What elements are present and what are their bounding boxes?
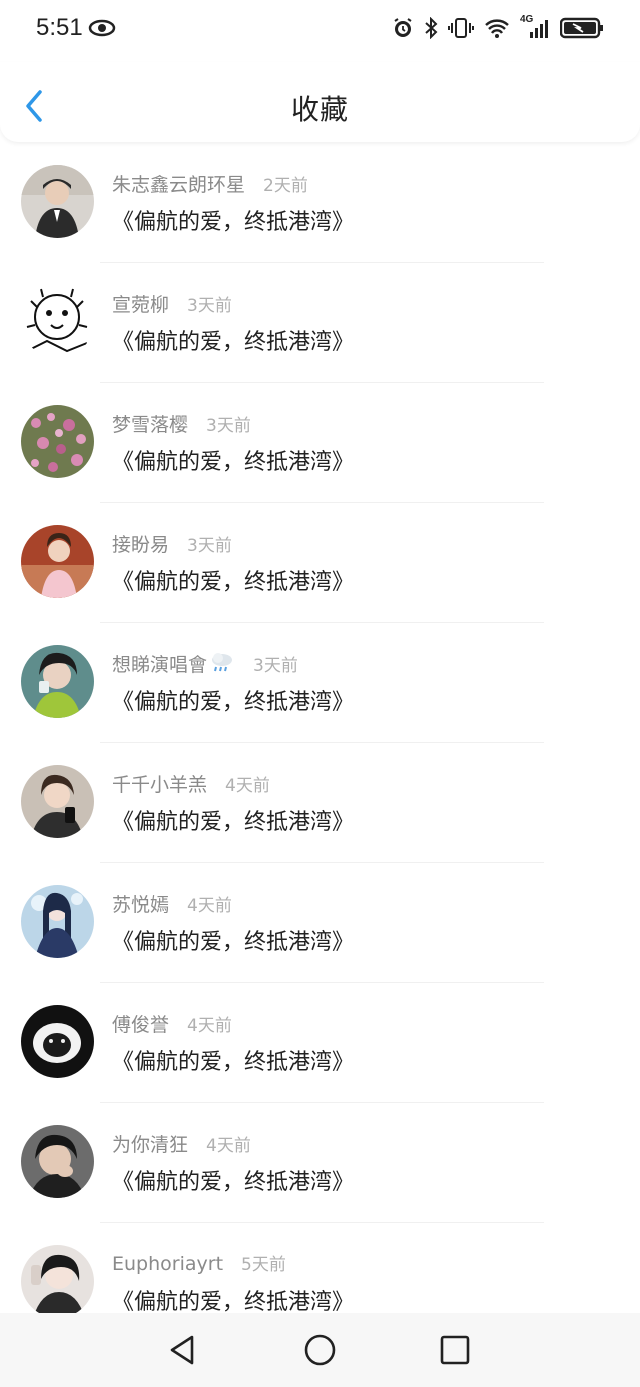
user-name[interactable]: 为你清狂 <box>112 1130 188 1157</box>
book-title[interactable]: 《偏航的爱，终抵港湾》 <box>112 564 354 596</box>
battery-icon <box>559 16 604 44</box>
user-name[interactable]: 想睇演唱會 <box>112 650 235 678</box>
alarm-icon <box>392 17 414 43</box>
user-name-text: 想睇演唱會 <box>112 654 208 676</box>
network-label: 4G <box>520 14 534 25</box>
list-item[interactable]: 梦雪落樱 3天前 《偏航的爱，终抵港湾》 <box>0 390 640 510</box>
back-triangle-icon <box>170 1335 194 1365</box>
status-bar: 5:51 4G <box>0 0 640 62</box>
recents-square-icon <box>440 1335 470 1365</box>
avatar[interactable] <box>21 1245 94 1318</box>
timestamp: 4天前 <box>225 776 270 796</box>
timestamp: 2天前 <box>263 176 308 196</box>
timestamp: 3天前 <box>206 416 251 436</box>
user-name[interactable]: 朱志鑫云朗环星 <box>112 170 245 197</box>
nav-recents-button[interactable] <box>438 1333 472 1367</box>
signal-icon: 4G <box>520 14 550 44</box>
book-title[interactable]: 《偏航的爱，终抵港湾》 <box>112 324 354 356</box>
divider <box>100 382 544 383</box>
list-item[interactable]: 苏悦嫣 4天前 《偏航的爱，终抵港湾》 <box>0 870 640 990</box>
user-name[interactable]: 宣菀柳 <box>112 290 169 317</box>
avatar[interactable] <box>21 765 94 838</box>
eye-icon <box>88 18 116 42</box>
nav-home-button[interactable] <box>303 1333 337 1367</box>
book-title[interactable]: 《偏航的爱，终抵港湾》 <box>112 1164 354 1196</box>
user-name[interactable]: 傅俊誉 <box>112 1010 169 1037</box>
book-title[interactable]: 《偏航的爱，终抵港湾》 <box>112 684 354 716</box>
book-title[interactable]: 《偏航的爱，终抵港湾》 <box>112 204 354 236</box>
timestamp: 4天前 <box>187 896 232 916</box>
user-name[interactable]: Euphoriayrt <box>112 1253 223 1275</box>
book-title[interactable]: 《偏航的爱，终抵港湾》 <box>112 924 354 956</box>
timestamp: 3天前 <box>187 296 232 316</box>
cloud-rain-icon <box>209 651 235 678</box>
page-title: 收藏 <box>290 93 349 126</box>
list-item[interactable]: 朱志鑫云朗环星 2天前 《偏航的爱，终抵港湾》 <box>0 150 640 270</box>
timestamp: 3天前 <box>187 536 232 556</box>
divider <box>100 862 544 863</box>
vibrate-icon <box>448 17 474 43</box>
divider <box>100 982 544 983</box>
bluetooth-icon <box>424 16 438 43</box>
user-name[interactable]: 梦雪落樱 <box>112 410 188 437</box>
list-item[interactable]: 傅俊誉 4天前 《偏航的爱，终抵港湾》 <box>0 990 640 1110</box>
book-title[interactable]: 《偏航的爱，终抵港湾》 <box>112 1284 354 1316</box>
avatar[interactable] <box>21 165 94 238</box>
wifi-icon <box>484 17 510 43</box>
divider <box>100 502 544 503</box>
avatar[interactable] <box>21 405 94 478</box>
list-item[interactable]: 为你清狂 4天前 《偏航的爱，终抵港湾》 <box>0 1110 640 1230</box>
list-item[interactable]: 宣菀柳 3天前 《偏航的爱，终抵港湾》 <box>0 270 640 390</box>
timestamp: 3天前 <box>253 656 298 676</box>
status-time: 5:51 <box>36 14 83 41</box>
list-item[interactable]: 想睇演唱會 3天前 《偏航的爱，终抵港湾》 <box>0 630 640 750</box>
system-nav-bar <box>0 1313 640 1387</box>
timestamp: 4天前 <box>187 1016 232 1036</box>
list-item[interactable]: 接盼易 3天前 《偏航的爱，终抵港湾》 <box>0 510 640 630</box>
home-circle-icon <box>304 1334 336 1366</box>
timestamp: 5天前 <box>241 1255 286 1275</box>
avatar[interactable] <box>21 645 94 718</box>
nav-back-button[interactable] <box>166 1333 200 1367</box>
avatar[interactable] <box>21 885 94 958</box>
favorites-list: 朱志鑫云朗环星 2天前 《偏航的爱，终抵港湾》 宣菀柳 3天前 《偏航的爱，终抵… <box>0 150 640 1350</box>
avatar[interactable] <box>21 525 94 598</box>
avatar[interactable] <box>21 1005 94 1078</box>
user-name[interactable]: 接盼易 <box>112 530 169 557</box>
divider <box>100 262 544 263</box>
divider <box>100 1102 544 1103</box>
book-title[interactable]: 《偏航的爱，终抵港湾》 <box>112 1044 354 1076</box>
top-bar: 收藏 <box>0 62 640 142</box>
avatar[interactable] <box>21 1125 94 1198</box>
list-item[interactable]: 千千小羊羔 4天前 《偏航的爱，终抵港湾》 <box>0 750 640 870</box>
user-name[interactable]: 千千小羊羔 <box>112 770 207 797</box>
divider <box>100 1222 544 1223</box>
book-title[interactable]: 《偏航的爱，终抵港湾》 <box>112 804 354 836</box>
divider <box>100 622 544 623</box>
user-name[interactable]: 苏悦嫣 <box>112 890 169 917</box>
avatar[interactable] <box>21 285 94 358</box>
book-title[interactable]: 《偏航的爱，终抵港湾》 <box>112 444 354 476</box>
timestamp: 4天前 <box>206 1136 251 1156</box>
divider <box>100 742 544 743</box>
